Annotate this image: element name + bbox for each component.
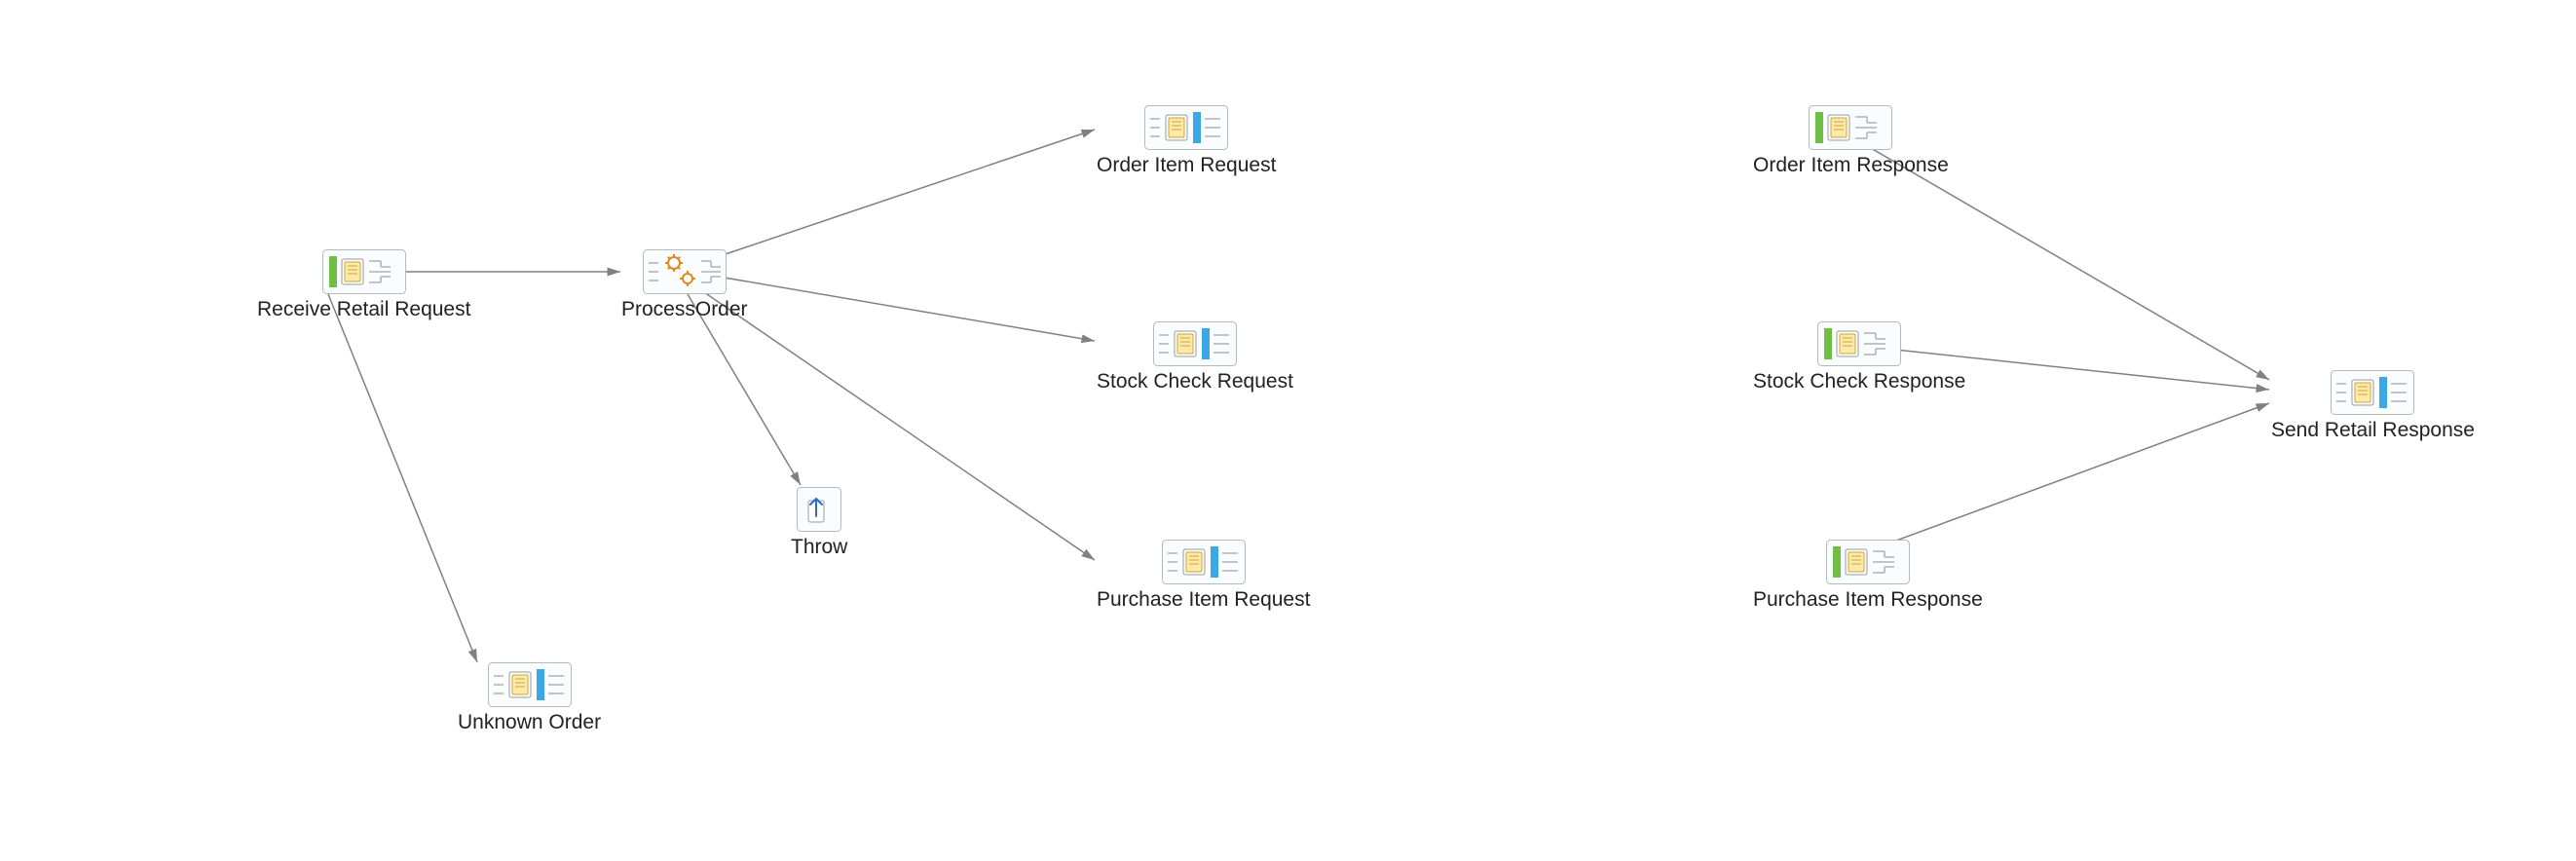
node-purchase-item-request[interactable]: Purchase Item Request xyxy=(1097,540,1310,612)
node-label: ProcessOrder xyxy=(621,298,748,321)
node-label: Purchase Item Request xyxy=(1097,588,1310,612)
node-label: Stock Check Response xyxy=(1753,370,1965,393)
node-label: Order Item Request xyxy=(1097,154,1276,177)
edge xyxy=(1841,403,2269,561)
node-receive-retail-request[interactable]: Receive Retail Request xyxy=(257,249,470,321)
diagram-canvas: Receive Retail Request xyxy=(0,0,2576,861)
node-label: Receive Retail Request xyxy=(257,298,470,321)
node-process-order[interactable]: ProcessOrder xyxy=(621,249,748,321)
node-label: Throw xyxy=(791,536,847,559)
message-port-out-icon xyxy=(1153,321,1237,366)
node-purchase-item-response[interactable]: Purchase Item Response xyxy=(1753,540,1983,612)
message-port-in-icon xyxy=(322,249,406,294)
node-unknown-order[interactable]: Unknown Order xyxy=(458,662,601,734)
throw-icon xyxy=(797,487,841,532)
connections-layer xyxy=(0,0,2576,861)
edge xyxy=(688,294,801,485)
message-port-out-icon xyxy=(488,662,572,707)
node-label: Unknown Order xyxy=(458,711,601,734)
edge xyxy=(707,275,1095,341)
node-order-item-response[interactable]: Order Item Response xyxy=(1753,105,1949,177)
message-port-out-icon xyxy=(1162,540,1246,584)
process-gears-icon xyxy=(643,249,727,294)
node-label: Order Item Response xyxy=(1753,154,1949,177)
node-label: Send Retail Response xyxy=(2271,419,2475,442)
message-port-in-icon xyxy=(1826,540,1910,584)
node-label: Purchase Item Response xyxy=(1753,588,1983,612)
message-port-in-icon xyxy=(1809,105,1892,150)
message-port-in-icon xyxy=(1817,321,1901,366)
message-port-out-icon xyxy=(2331,370,2414,415)
node-stock-check-request[interactable]: Stock Check Request xyxy=(1097,321,1293,393)
edge xyxy=(328,294,477,662)
node-stock-check-response[interactable]: Stock Check Response xyxy=(1753,321,1965,393)
node-send-retail-response[interactable]: Send Retail Response xyxy=(2271,370,2475,442)
node-throw[interactable]: Throw xyxy=(791,487,847,559)
node-order-item-request[interactable]: Order Item Request xyxy=(1097,105,1276,177)
edge xyxy=(701,290,1095,560)
message-port-out-icon xyxy=(1144,105,1228,150)
node-label: Stock Check Request xyxy=(1097,370,1293,393)
edge xyxy=(705,130,1095,261)
